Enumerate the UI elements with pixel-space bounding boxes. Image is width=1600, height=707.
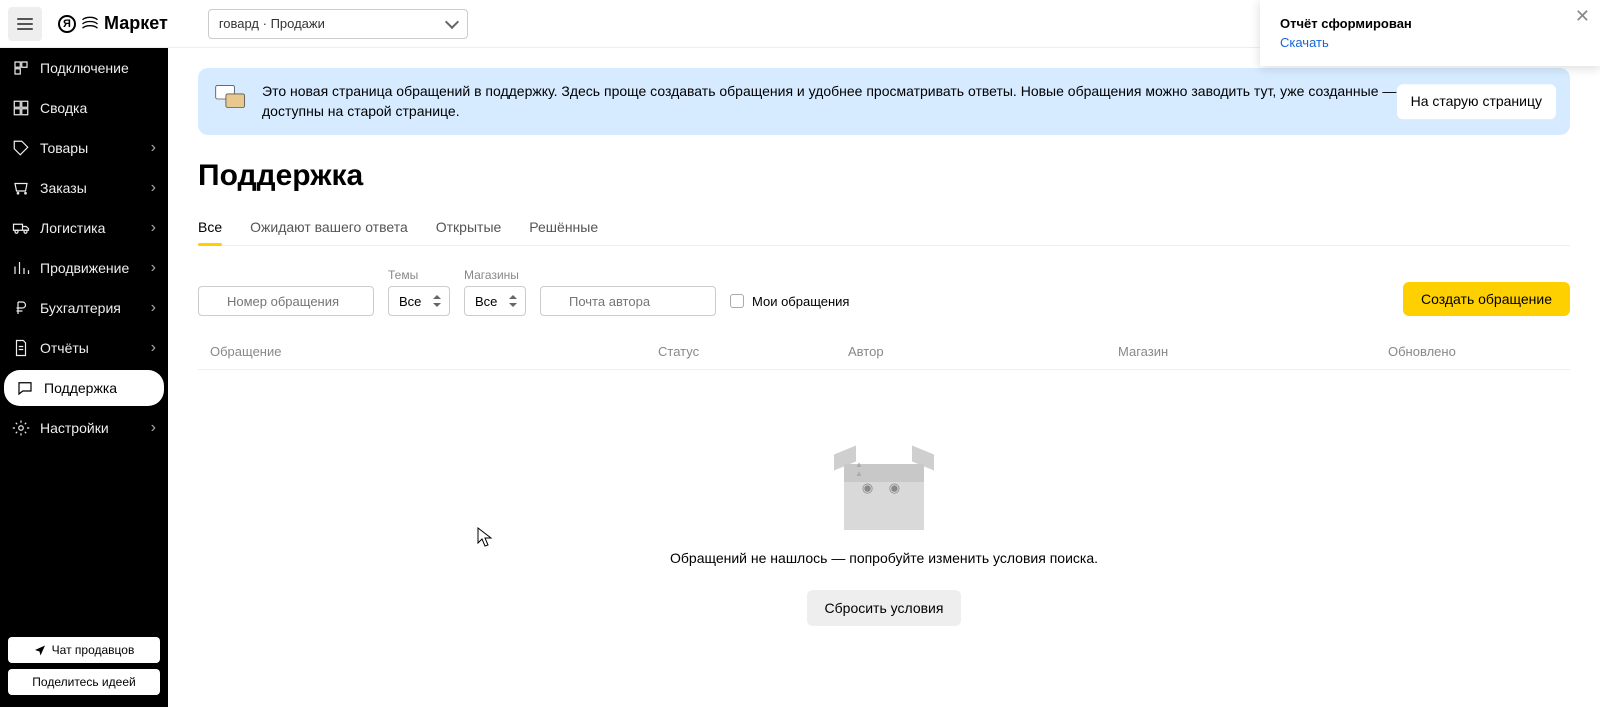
main-content: Это новая страница обращений в поддержку… — [168, 48, 1600, 707]
empty-state-text: Обращений не нашлось — попробуйте измени… — [198, 550, 1570, 566]
sidebar-item-orders[interactable]: Заказы — [0, 168, 168, 208]
toast-download-link[interactable]: Скачать — [1280, 35, 1566, 50]
sidebar-item-label: Настройки — [40, 420, 147, 436]
sidebar-item-accounting[interactable]: Бухгалтерия — [0, 288, 168, 328]
empty-state: ▲ ▲ ◉ ◉ Обращений не нашлось — попробуйт… — [198, 370, 1570, 626]
ruble-icon — [12, 299, 30, 317]
cart-icon — [12, 179, 30, 197]
sidebar-item-label: Товары — [40, 140, 147, 156]
sellers-chat-label: Чат продавцов — [52, 643, 135, 657]
sidebar-item-reports[interactable]: Отчёты — [0, 328, 168, 368]
sidebar-item-label: Заказы — [40, 180, 147, 196]
chat-icon — [16, 379, 34, 397]
sidebar-item-label: Отчёты — [40, 340, 147, 356]
brand-name: Маркет — [104, 13, 168, 34]
brand[interactable]: Я Маркет — [58, 13, 168, 34]
tab-open[interactable]: Открытые — [436, 211, 502, 245]
sidebar-item-label: Логистика — [40, 220, 147, 236]
document-icon — [12, 339, 30, 357]
sidebar-item-promo[interactable]: Продвижение — [0, 248, 168, 288]
filters-row: Темы Все Магазины Все Мои обращения Созд… — [198, 268, 1570, 316]
shops-label: Магазины — [464, 268, 526, 282]
sidebar-item-label: Подключение — [40, 60, 156, 76]
my-tickets-checkbox[interactable]: Мои обращения — [730, 286, 849, 316]
sidebar-item-label: Сводка — [40, 100, 156, 116]
dashboard-icon — [12, 99, 30, 117]
tag-icon — [12, 139, 30, 157]
th-ticket: Обращение — [198, 344, 658, 359]
sellers-chat-button[interactable]: Чат продавцов — [8, 637, 160, 663]
sidebar-item-label: Бухгалтерия — [40, 300, 147, 316]
sidebar-item-label: Продвижение — [40, 260, 147, 276]
old-page-button[interactable]: На старую страницу — [1397, 84, 1556, 120]
topics-label: Темы — [388, 268, 450, 282]
sidebar-item-label: Поддержка — [44, 380, 152, 396]
chat-bubbles-icon — [214, 82, 248, 116]
th-updated: Обновлено — [1388, 344, 1570, 359]
my-tickets-label: Мои обращения — [752, 294, 849, 309]
account-selector[interactable]: говард · Продажи — [208, 9, 468, 39]
plug-icon — [12, 59, 30, 77]
account-selector-label: говард · Продажи — [219, 16, 325, 31]
brand-ya-icon: Я — [58, 15, 76, 33]
paper-plane-icon — [34, 644, 46, 656]
th-status: Статус — [658, 344, 848, 359]
sidebar-item-connect[interactable]: Подключение — [0, 48, 168, 88]
ticket-number-input[interactable] — [198, 286, 374, 316]
tabs: Все Ожидают вашего ответа Открытые Решён… — [198, 211, 1570, 246]
sidebar-item-support[interactable]: Поддержка — [4, 370, 164, 406]
sidebar-item-products[interactable]: Товары — [0, 128, 168, 168]
reset-filters-button[interactable]: Сбросить условия — [807, 590, 962, 626]
topics-select[interactable]: Все — [388, 286, 450, 316]
hamburger-button[interactable] — [8, 7, 42, 41]
truck-icon — [12, 219, 30, 237]
close-icon[interactable]: ✕ — [1575, 6, 1590, 27]
author-email-input[interactable] — [540, 286, 716, 316]
tab-resolved[interactable]: Решённые — [529, 211, 598, 245]
banner-text: Это новая страница обращений в поддержку… — [262, 83, 1396, 119]
toast-notification: ✕ Отчёт сформирован Скачать — [1260, 0, 1600, 66]
toast-title: Отчёт сформирован — [1280, 16, 1566, 31]
chart-icon — [12, 259, 30, 277]
share-idea-label: Поделитесь идеей — [32, 675, 135, 689]
th-author: Автор — [848, 344, 1118, 359]
table-header: Обращение Статус Автор Магазин Обновлено — [198, 344, 1570, 370]
tab-awaiting[interactable]: Ожидают вашего ответа — [250, 211, 408, 245]
shops-select[interactable]: Все — [464, 286, 526, 316]
brand-market-icon — [80, 14, 100, 34]
create-ticket-button[interactable]: Создать обращение — [1403, 282, 1570, 316]
sidebar: Подключение Сводка Товары Заказы Логисти… — [0, 48, 168, 707]
sidebar-item-settings[interactable]: Настройки — [0, 408, 168, 448]
share-idea-button[interactable]: Поделитесь идеей — [8, 669, 160, 695]
empty-box-icon: ▲ ▲ ◉ ◉ — [834, 450, 934, 530]
sidebar-item-summary[interactable]: Сводка — [0, 88, 168, 128]
page-title: Поддержка — [198, 159, 1570, 193]
info-banner: Это новая страница обращений в поддержку… — [198, 68, 1570, 135]
sidebar-item-logistics[interactable]: Логистика — [0, 208, 168, 248]
gear-icon — [12, 419, 30, 437]
checkbox-icon — [730, 294, 744, 308]
th-shop: Магазин — [1118, 344, 1388, 359]
tab-all[interactable]: Все — [198, 211, 222, 245]
